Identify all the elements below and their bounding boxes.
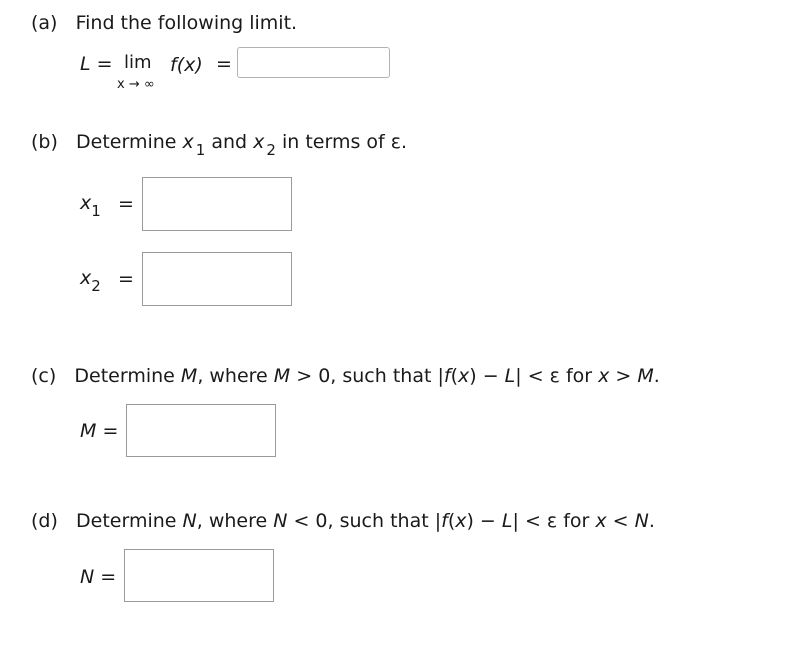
part-c-text: ( xyxy=(450,365,458,387)
subscript-1: 1 xyxy=(195,141,206,159)
part-a-question: (a) Find the following limit. xyxy=(31,12,297,34)
var-x: x xyxy=(455,510,467,532)
part-b-text: Determine xyxy=(76,131,183,153)
x2-label: x2 xyxy=(80,267,101,295)
part-c-label: (c) xyxy=(31,365,57,387)
var-M: M xyxy=(273,365,291,387)
part-a-prompt: Find the following limit. xyxy=(75,12,298,34)
part-d-text: . xyxy=(648,510,655,532)
x1-answer-input[interactable] xyxy=(142,177,292,231)
subscript-1: 1 xyxy=(91,202,101,220)
limit-expression: L = xyxy=(80,53,113,75)
part-b-text: in terms of xyxy=(275,131,391,153)
var-N: N xyxy=(80,566,95,588)
equals-sign: = xyxy=(102,420,119,442)
part-c-text: | < ε for xyxy=(515,365,599,387)
limit-function: f(x) xyxy=(170,54,203,76)
part-d-text: < xyxy=(606,510,635,532)
var-M: M xyxy=(80,420,97,442)
var-x: x xyxy=(458,365,470,387)
var-x: x xyxy=(80,267,92,289)
N-label: N = xyxy=(80,566,116,588)
var-N: N xyxy=(182,510,197,532)
var-f: f xyxy=(441,510,448,532)
var-x: x xyxy=(595,510,607,532)
equals-sign: = xyxy=(118,268,134,290)
part-a-label: (a) xyxy=(31,12,58,34)
part-d-text: Determine xyxy=(76,510,183,532)
part-d-text: | < ε for xyxy=(512,510,596,532)
subscript-2: 2 xyxy=(91,277,101,295)
limit-answer-input[interactable] xyxy=(237,47,390,78)
N-answer-input[interactable] xyxy=(124,549,274,602)
limit-lhs: L xyxy=(80,53,91,75)
var-M: M xyxy=(637,365,654,387)
part-b-question: (b) Determine x1 and x2 in terms of ε. xyxy=(31,131,407,159)
lim-operator: lim xyxy=(124,52,152,73)
part-c-text: > 0, such that | xyxy=(290,365,444,387)
part-d-question: (d) Determine N, where N < 0, such that … xyxy=(31,510,655,532)
x1-label: x1 xyxy=(80,192,101,220)
part-c-text: Determine xyxy=(74,365,181,387)
equals-sign: = xyxy=(100,566,117,588)
part-c-text: ) − xyxy=(469,365,505,387)
equals-sign: = xyxy=(96,53,113,75)
var-L: L xyxy=(501,510,513,532)
var-M: M xyxy=(180,365,198,387)
var-x: x xyxy=(182,131,194,153)
part-c-text: . xyxy=(653,365,660,387)
var-f: f xyxy=(443,365,451,387)
part-c-text: , where xyxy=(197,365,274,387)
part-d-text: ) − xyxy=(466,510,502,532)
equals-sign: = xyxy=(216,53,232,75)
var-x: x xyxy=(598,365,610,387)
M-answer-input[interactable] xyxy=(126,404,276,457)
var-L: L xyxy=(504,365,516,387)
part-b-label: (b) xyxy=(31,131,58,153)
M-label: M = xyxy=(80,420,118,442)
var-N: N xyxy=(634,510,649,532)
part-c-text: > xyxy=(609,365,638,387)
var-N: N xyxy=(273,510,288,532)
part-b-text: and xyxy=(205,131,254,153)
var-x: x xyxy=(253,131,265,153)
part-c-question: (c) Determine M, where M > 0, such that … xyxy=(31,365,660,387)
subscript-2: 2 xyxy=(266,141,276,159)
var-x: x xyxy=(80,192,92,214)
lim-subscript: x → ∞ xyxy=(117,77,155,92)
part-d-label: (d) xyxy=(31,510,58,532)
epsilon-symbol: ε xyxy=(390,131,402,153)
x2-answer-input[interactable] xyxy=(142,252,292,306)
part-d-text: < 0, such that | xyxy=(287,510,442,532)
equals-sign: = xyxy=(118,193,134,215)
part-b-text: . xyxy=(401,131,408,153)
part-d-text: , where xyxy=(196,510,274,532)
